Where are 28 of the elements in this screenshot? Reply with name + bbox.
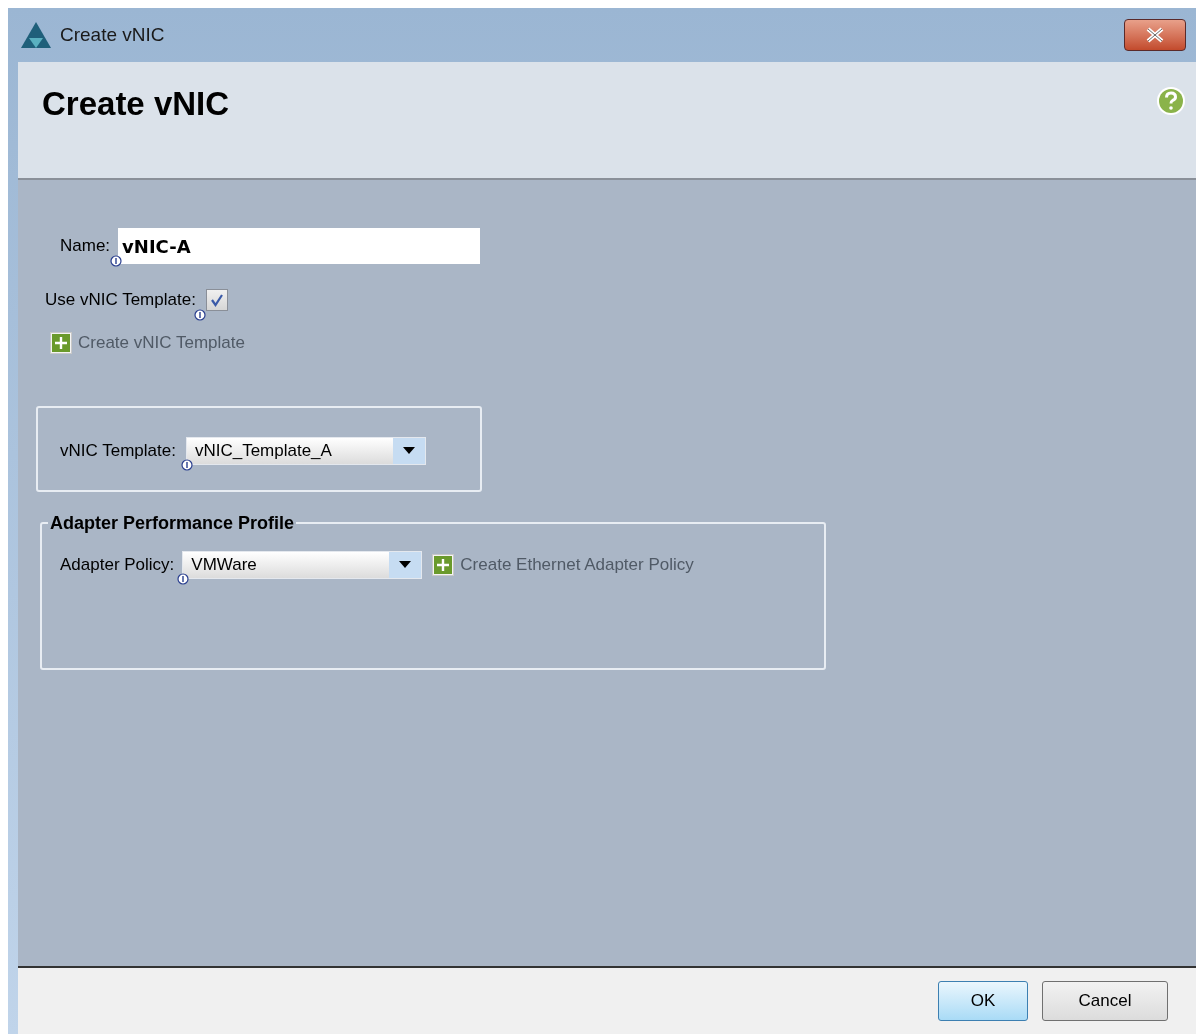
section-heading: Adapter Performance Profile <box>49 511 296 535</box>
name-label: Name: <box>60 235 111 258</box>
info-icon <box>177 572 190 585</box>
name-input-field[interactable]: vNIC-A <box>118 228 481 264</box>
dropdown-field[interactable]: vNIC_Template_A <box>185 436 426 465</box>
info-icon <box>193 309 206 321</box>
use-template-label: Use vNIC Template: <box>45 289 196 312</box>
create-template-link[interactable]: Create vNIC Template <box>50 330 245 356</box>
dropdown-value: VMWare <box>190 553 258 576</box>
close-button[interactable] <box>1124 19 1186 51</box>
plus-icon <box>50 331 72 354</box>
app-logo-icon <box>20 21 52 49</box>
info-icon <box>180 458 193 471</box>
checkmark-icon <box>209 293 224 307</box>
window-title: Create vNIC <box>60 22 165 47</box>
plus-icon <box>432 553 455 576</box>
dialog-heading: Create vNIC <box>42 84 230 124</box>
adapter-policy-label: Adapter Policy: <box>60 553 175 576</box>
template-label: vNIC Template: <box>60 439 176 462</box>
info-icon <box>110 255 123 267</box>
dialog-button[interactable]: Cancel <box>1042 981 1168 1021</box>
caret-icon <box>399 561 412 568</box>
dropdown-value: vNIC_Template_A <box>193 439 333 462</box>
dropdown-field[interactable]: VMWare <box>182 550 423 579</box>
use-template-checkbox[interactable] <box>205 289 228 311</box>
caret-icon <box>402 447 415 454</box>
dialog-button[interactable]: OK <box>938 981 1028 1021</box>
close-icon <box>1145 27 1165 43</box>
